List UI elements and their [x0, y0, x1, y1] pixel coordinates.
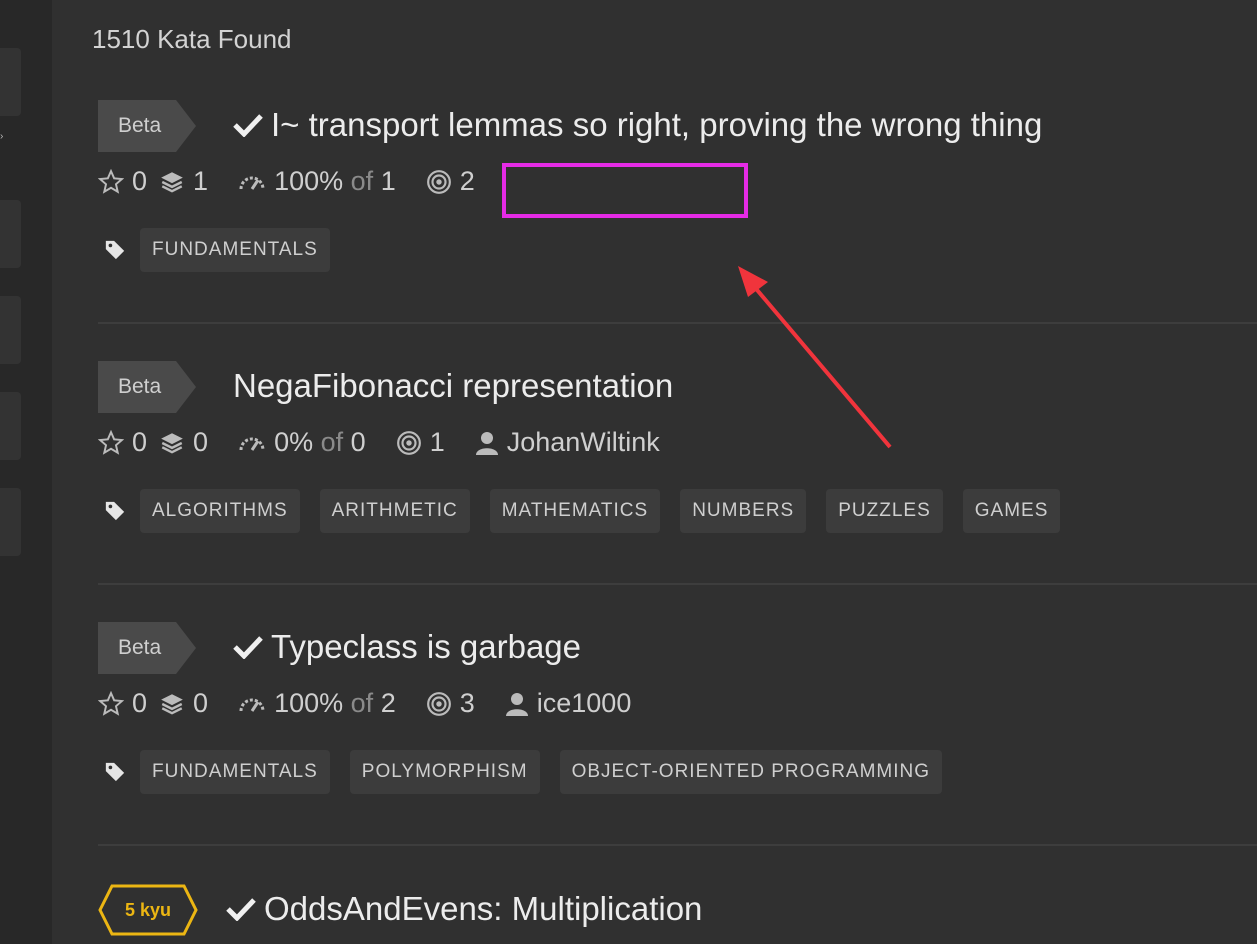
arrow-annotation — [738, 266, 892, 449]
